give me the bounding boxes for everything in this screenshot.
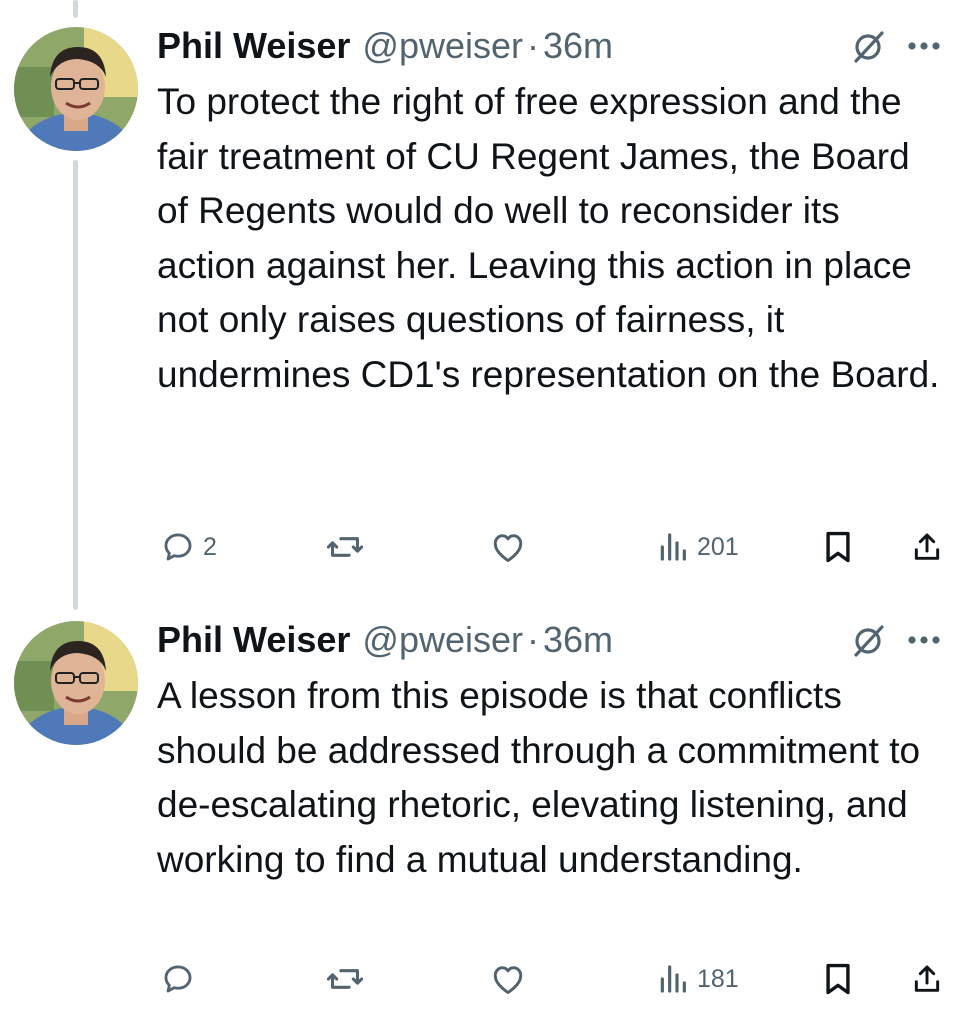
views-icon xyxy=(657,963,689,995)
tweet[interactable]: Phil Weiser @pweiser · 36m A lesson from… xyxy=(0,600,968,1024)
views-icon xyxy=(657,531,689,563)
avatar[interactable] xyxy=(14,27,138,151)
reply-icon xyxy=(161,530,195,564)
like-icon xyxy=(490,530,526,564)
avatar[interactable] xyxy=(14,621,138,745)
views-count: 181 xyxy=(697,964,739,993)
timestamp[interactable]: 36m xyxy=(543,619,613,661)
bookmark-icon xyxy=(823,962,853,996)
grok-icon[interactable] xyxy=(850,622,886,658)
retweet-button[interactable] xyxy=(327,525,371,569)
author-name[interactable]: Phil Weiser xyxy=(157,25,350,67)
action-bar: 2 201 xyxy=(157,525,947,569)
action-bar: 181 xyxy=(157,957,947,1001)
timestamp[interactable]: 36m xyxy=(543,25,613,67)
retweet-icon xyxy=(327,962,363,996)
retweet-icon xyxy=(327,530,363,564)
like-button[interactable] xyxy=(490,525,534,569)
bookmark-button[interactable] xyxy=(823,957,853,1001)
retweet-button[interactable] xyxy=(327,957,371,1001)
reply-icon xyxy=(161,962,195,996)
more-icon[interactable] xyxy=(904,36,944,56)
views-button[interactable]: 181 xyxy=(657,957,739,1001)
reply-button[interactable] xyxy=(161,957,203,1001)
bookmark-icon xyxy=(823,530,853,564)
more-icon[interactable] xyxy=(904,630,944,650)
tweet-text: A lesson from this episode is that confl… xyxy=(157,675,921,880)
like-button[interactable] xyxy=(490,957,534,1001)
views-count: 201 xyxy=(697,532,739,561)
tweet-header: Phil Weiser @pweiser · 36m xyxy=(157,24,613,68)
tweet-header: Phil Weiser @pweiser · 36m xyxy=(157,618,613,662)
author-handle[interactable]: @pweiser xyxy=(362,25,523,67)
separator-dot: · xyxy=(527,619,540,660)
share-button[interactable] xyxy=(911,525,943,569)
tweet[interactable]: Phil Weiser @pweiser · 36m To protect th… xyxy=(0,0,968,600)
views-button[interactable]: 201 xyxy=(657,525,739,569)
bookmark-button[interactable] xyxy=(823,525,853,569)
separator-dot: · xyxy=(527,25,540,66)
like-icon xyxy=(490,962,526,996)
reply-count: 2 xyxy=(203,532,217,561)
share-icon xyxy=(911,962,943,996)
share-button[interactable] xyxy=(911,957,943,1001)
author-handle[interactable]: @pweiser xyxy=(362,619,523,661)
author-name[interactable]: Phil Weiser xyxy=(157,619,350,661)
grok-icon[interactable] xyxy=(850,28,886,64)
reply-button[interactable]: 2 xyxy=(161,525,217,569)
tweet-text: To protect the right of free expression … xyxy=(157,81,940,395)
share-icon xyxy=(911,530,943,564)
